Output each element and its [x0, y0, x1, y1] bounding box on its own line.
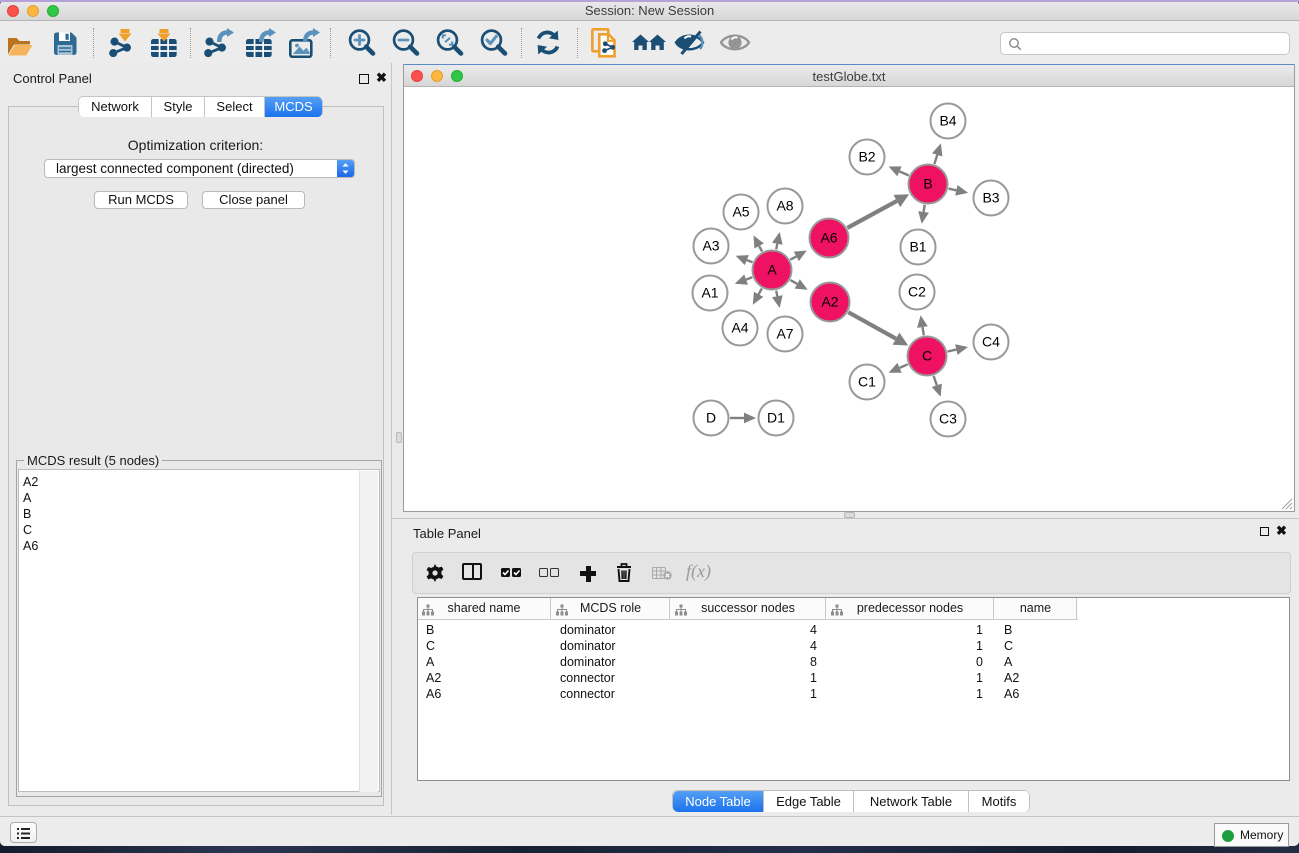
svg-text:A3: A3	[702, 238, 719, 254]
svg-text:B2: B2	[858, 149, 875, 165]
svg-text:A4: A4	[731, 320, 748, 336]
svg-text:D: D	[706, 410, 716, 426]
svg-text:A: A	[767, 262, 777, 278]
svg-text:A8: A8	[776, 198, 793, 214]
svg-text:A6: A6	[820, 230, 837, 246]
svg-text:A7: A7	[776, 326, 793, 342]
svg-text:D1: D1	[767, 410, 785, 426]
svg-text:B1: B1	[909, 239, 926, 255]
svg-text:B: B	[923, 176, 932, 192]
svg-text:C4: C4	[982, 334, 1000, 350]
svg-text:C3: C3	[939, 411, 957, 427]
svg-text:C: C	[922, 348, 932, 364]
svg-text:C1: C1	[858, 374, 876, 390]
svg-text:A1: A1	[701, 285, 718, 301]
svg-text:A2: A2	[821, 294, 838, 310]
svg-text:B3: B3	[982, 190, 999, 206]
svg-text:C2: C2	[908, 284, 926, 300]
svg-text:B4: B4	[939, 113, 956, 129]
svg-text:A5: A5	[732, 204, 749, 220]
